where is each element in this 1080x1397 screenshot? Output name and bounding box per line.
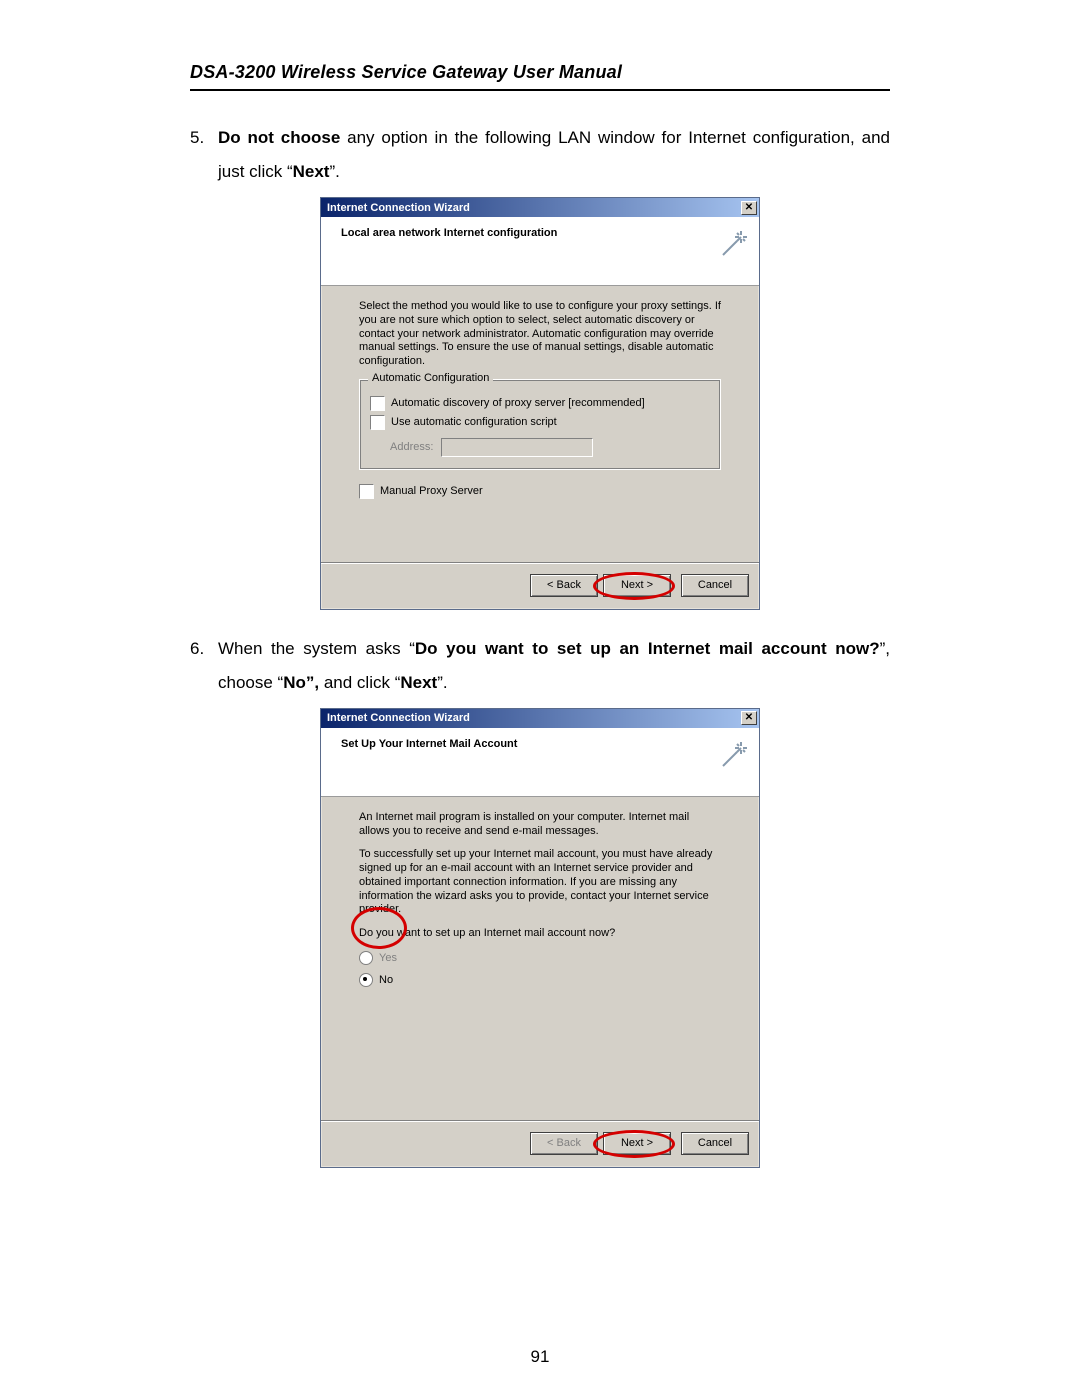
- checkbox-auto-discovery[interactable]: Automatic discovery of proxy server [rec…: [370, 396, 710, 411]
- radio-icon[interactable]: [359, 951, 373, 965]
- radio-yes[interactable]: Yes: [359, 951, 721, 965]
- checkbox-auto-discovery-label: Automatic discovery of proxy server [rec…: [391, 397, 645, 409]
- step-5-text: Do not choose any option in the followin…: [218, 121, 890, 189]
- radio-no[interactable]: No: [359, 973, 721, 987]
- address-label: Address:: [390, 441, 433, 453]
- wizard-1-titlebar[interactable]: Internet Connection Wizard ✕: [321, 198, 759, 217]
- wizard-1-content: Select the method you would like to use …: [321, 286, 759, 563]
- checkbox-icon[interactable]: [370, 415, 385, 430]
- wizard-1-intro: Select the method you would like to use …: [359, 300, 721, 369]
- wizard-2-footer: < Back Next > Cancel: [321, 1121, 759, 1167]
- wizard-1-footer: < Back Next > Cancel: [321, 563, 759, 609]
- next-button[interactable]: Next >: [603, 1132, 671, 1155]
- step-6-q2: No: [283, 673, 306, 692]
- address-input[interactable]: [441, 438, 593, 457]
- radio-no-label: No: [379, 974, 393, 986]
- step-6-text: When the system asks “Do you want to set…: [218, 632, 890, 700]
- auto-config-group: Automatic Configuration Automatic discov…: [359, 379, 721, 470]
- back-button[interactable]: < Back: [530, 1132, 598, 1155]
- checkbox-auto-script-label: Use automatic configuration script: [391, 416, 557, 428]
- wizard-2-head: Set Up Your Internet Mail Account: [321, 728, 759, 797]
- step-6-t1: When the system asks “: [218, 639, 415, 658]
- spacer: [359, 503, 721, 553]
- step-6-number: 6.: [190, 632, 218, 700]
- cancel-button[interactable]: Cancel: [681, 1132, 749, 1155]
- wizard-1-head: Local area network Internet configuratio…: [321, 217, 759, 286]
- checkbox-manual-proxy-label: Manual Proxy Server: [380, 485, 483, 497]
- wizard-1-head-title: Local area network Internet configuratio…: [341, 227, 557, 239]
- wizard-1: Internet Connection Wizard ✕ Local area …: [320, 197, 760, 610]
- step-6-t5: ”.: [437, 673, 447, 692]
- wizard-2: Internet Connection Wizard ✕ Set Up Your…: [320, 708, 760, 1168]
- wand-icon: [715, 227, 751, 263]
- wizard-2-p2: To successfully set up your Internet mai…: [359, 848, 721, 917]
- header-rule: [190, 89, 890, 91]
- checkbox-manual-proxy[interactable]: Manual Proxy Server: [359, 484, 721, 499]
- spacer: [359, 991, 721, 1111]
- auto-config-legend: Automatic Configuration: [368, 372, 493, 384]
- step-6: 6. When the system asks “Do you want to …: [190, 632, 890, 700]
- step-6-t4: and click “: [319, 673, 400, 692]
- header-title: DSA-3200 Wireless Service Gateway User M…: [190, 62, 890, 83]
- wizard-2-titlebar[interactable]: Internet Connection Wizard ✕: [321, 709, 759, 728]
- checkbox-icon[interactable]: [370, 396, 385, 411]
- step-6-q3: Next: [400, 673, 437, 692]
- radio-yes-label: Yes: [379, 952, 397, 964]
- button-set: < Back Next > Cancel: [530, 1132, 749, 1155]
- back-button[interactable]: < Back: [530, 574, 598, 597]
- address-row: Address:: [390, 438, 710, 457]
- wand-icon: [715, 738, 751, 774]
- wizard-2-title: Internet Connection Wizard: [327, 712, 470, 724]
- next-button[interactable]: Next >: [603, 574, 671, 597]
- document-page: DSA-3200 Wireless Service Gateway User M…: [0, 0, 1080, 1397]
- close-icon[interactable]: ✕: [741, 201, 757, 215]
- step-5-tail: ”.: [329, 162, 339, 181]
- button-set: < Back Next > Cancel: [530, 574, 749, 597]
- step-5: 5. Do not choose any option in the follo…: [190, 121, 890, 189]
- wizard-2-head-title: Set Up Your Internet Mail Account: [341, 738, 517, 750]
- wizard-2-content: An Internet mail program is installed on…: [321, 797, 759, 1121]
- wizard-2-question: Do you want to set up an Internet mail a…: [359, 927, 721, 941]
- step-6-q1: Do you want to set up an Internet mail a…: [415, 639, 880, 658]
- step-5-emphasis: Do not choose: [218, 128, 340, 147]
- close-icon[interactable]: ✕: [741, 711, 757, 725]
- cancel-button[interactable]: Cancel: [681, 574, 749, 597]
- wizard-1-title: Internet Connection Wizard: [327, 202, 470, 214]
- step-5-number: 5.: [190, 121, 218, 189]
- checkbox-icon[interactable]: [359, 484, 374, 499]
- checkbox-auto-script[interactable]: Use automatic configuration script: [370, 415, 710, 430]
- step-6-t3: ”,: [306, 673, 319, 692]
- page-number: 91: [0, 1347, 1080, 1367]
- radio-icon[interactable]: [359, 973, 373, 987]
- step-5-next: Next: [293, 162, 330, 181]
- wizard-2-p1: An Internet mail program is installed on…: [359, 811, 721, 839]
